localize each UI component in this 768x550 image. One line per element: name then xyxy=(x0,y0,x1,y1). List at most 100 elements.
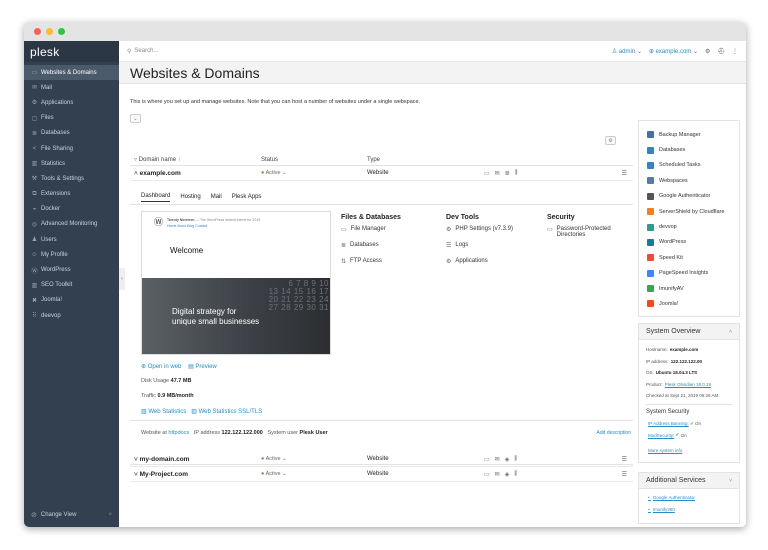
close-window-icon[interactable] xyxy=(34,28,41,35)
sidebar-item-deevop[interactable]: ⠿ deevop xyxy=(24,308,119,323)
system-overview-header[interactable]: System Overview ˄ xyxy=(639,324,739,340)
quick-link-databases[interactable]: Databases xyxy=(639,142,739,157)
add-description-link[interactable]: Add description xyxy=(597,430,631,436)
quick-link-imunifyav[interactable]: ImunifyAV xyxy=(639,281,739,296)
product-link[interactable]: Plesk Obsidian 18.0.19 xyxy=(665,382,711,387)
mail-icon[interactable]: ✉ xyxy=(495,456,500,463)
tab-plesk-apps[interactable]: Plesk Apps xyxy=(232,194,262,200)
stats-icon[interactable]: ⫼ xyxy=(514,456,517,463)
sidebar-item-file-sharing[interactable]: < File Sharing xyxy=(24,141,119,156)
quick-link-webspaces[interactable]: Webspaces xyxy=(639,173,739,188)
sidebar-item-files[interactable]: ▢ Files xyxy=(24,111,119,126)
filter-icon[interactable]: ▿ xyxy=(134,157,137,163)
menu-icon[interactable]: ☰ xyxy=(622,471,633,478)
ftp-access-link[interactable]: ⇅ FTP Access xyxy=(341,258,441,265)
sidebar-item-wordpress[interactable]: Ⓦ WordPress xyxy=(24,262,119,277)
menu-icon[interactable]: ☰ xyxy=(622,170,633,177)
domain-cell[interactable]: ˄ example.com xyxy=(130,170,261,177)
status-column-header[interactable]: Status xyxy=(261,157,367,163)
quick-link-servershield-by-cloudflare[interactable]: ServerShield by Cloudflare xyxy=(639,204,739,219)
sort-icon[interactable]: ↑ xyxy=(178,157,181,163)
password-protected-link[interactable]: ▭ Password-Protected Directories xyxy=(547,226,627,238)
folder-icon[interactable]: ▭ xyxy=(484,456,490,463)
file-manager-link[interactable]: ▭ File Manager xyxy=(341,226,441,233)
sidebar-item-seo-toolkit[interactable]: ▥ SEO Toolkit xyxy=(24,278,119,293)
sidebar-item-docker[interactable]: ◒ Docker xyxy=(24,202,119,217)
settings-button[interactable]: ⚙ xyxy=(605,136,616,145)
additional-services-header[interactable]: Additional Services ˅ xyxy=(639,473,739,489)
search-input[interactable]: Search... xyxy=(134,48,158,54)
tab-dashboard[interactable]: Dashboard xyxy=(141,193,171,202)
quick-link-backup-manager[interactable]: Backup Manager xyxy=(639,127,739,142)
status-cell[interactable]: ● Active ⌄ xyxy=(261,456,367,462)
sidebar-item-users[interactable]: ♟ Users xyxy=(24,232,119,247)
more-icon[interactable]: ⋮ xyxy=(732,48,738,55)
table-row[interactable]: ˅ My-Project.com ● Active ⌄ Website ▭ ✉ ◈ ⫼… xyxy=(130,467,633,482)
modsecurity-status[interactable]: ModSecurity: ✔ On xyxy=(639,430,739,442)
sidebar-item-advanced-monitoring[interactable]: ◎ Advanced Monitoring xyxy=(24,217,119,232)
sidebar-item-joomla[interactable]: ✖ Joomla! xyxy=(24,293,119,308)
menu-icon[interactable]: ☰ xyxy=(622,456,633,463)
sidebar-item-extensions[interactable]: ⧉ Extensions xyxy=(24,187,119,202)
maximize-window-icon[interactable] xyxy=(58,28,65,35)
type-column-header[interactable]: Type xyxy=(367,157,484,163)
domain-column-header[interactable]: ▿ Domain name ↑ xyxy=(130,156,261,163)
chevron-up-icon[interactable]: ˄ xyxy=(134,170,138,177)
stats-icon[interactable]: ⫼ xyxy=(515,170,518,177)
domain-cell[interactable]: ˅ My-Project.com xyxy=(130,471,261,478)
sidebar-item-applications[interactable]: ⚙ Applications xyxy=(24,95,119,110)
quick-link-wordpress[interactable]: WordPress xyxy=(639,235,739,250)
web-statistics-link[interactable]: ▥ Web Statistics xyxy=(141,409,186,415)
settings-icon[interactable]: ⚙ xyxy=(705,48,710,55)
chevron-down-icon[interactable]: ˅ xyxy=(134,471,138,478)
httpdocs-link[interactable]: httpdocs xyxy=(168,430,189,436)
mail-icon[interactable]: ✉ xyxy=(495,471,500,478)
ip-banning-status[interactable]: IP Address Banning: ✔ On xyxy=(639,418,739,430)
service-google-authenticator[interactable]: • Google Authenticator xyxy=(639,492,739,504)
close-icon[interactable]: × xyxy=(108,512,112,518)
chevron-down-icon[interactable]: ˅ xyxy=(134,456,138,463)
quick-link-devvop[interactable]: devvop xyxy=(639,219,739,234)
table-row[interactable]: ˄ example.com ● Active ⌄ Website ▭ ✉ ≣ ⫼ ☰ xyxy=(130,166,633,181)
search-box[interactable]: ⚲ Search... xyxy=(127,48,158,55)
sidebar-item-mail[interactable]: ✉ Mail xyxy=(24,80,119,95)
layers-icon[interactable]: ◈ xyxy=(505,456,510,463)
status-cell[interactable]: ● Active ⌄ xyxy=(261,471,367,477)
sidebar-item-websites-domains[interactable]: ▭ Websites & Domains xyxy=(24,65,119,81)
sidebar-item-my-profile[interactable]: ☺ My Profile xyxy=(24,247,119,262)
help-icon[interactable]: ⛑ xyxy=(717,48,725,55)
databases-link[interactable]: ≣ Databases xyxy=(341,242,441,249)
status-cell[interactable]: ● Active ⌄ xyxy=(261,170,367,176)
table-row[interactable]: ˅ my-domain.com ● Active ⌄ Website ▭ ✉ ◈ ⫼ … xyxy=(130,452,633,467)
more-system-info-link[interactable]: More system info xyxy=(639,445,739,457)
web-statistics-ssl-link[interactable]: ▥ Web Statistics SSL/TLS xyxy=(191,409,262,415)
logs-link[interactable]: ☰ Logs xyxy=(446,242,546,249)
change-view-button[interactable]: ⊘ Change View × xyxy=(24,511,119,519)
preview-link[interactable]: ▤ Preview xyxy=(188,364,217,370)
domain-cell[interactable]: ˅ my-domain.com xyxy=(130,456,261,463)
domain-selector[interactable]: ⊕ example.com ⌄ xyxy=(649,48,698,55)
layers-icon[interactable]: ◈ xyxy=(505,471,510,478)
stats-icon[interactable]: ⫼ xyxy=(514,471,517,478)
quick-link-scheduled-tasks[interactable]: Scheduled Tasks xyxy=(639,158,739,173)
tab-hosting[interactable]: Hosting xyxy=(180,194,200,200)
service-imunify360[interactable]: • Imunify360 xyxy=(639,504,739,516)
plesk-logo[interactable]: plesk xyxy=(24,41,119,62)
php-settings-link[interactable]: ⚙ PHP Settings (v7.3.9) xyxy=(446,226,546,233)
sidebar-item-statistics[interactable]: ▥ Statistics xyxy=(24,156,119,171)
quick-link-joomla[interactable]: Joomla! xyxy=(639,296,739,311)
chevron-up-icon[interactable]: ˄ xyxy=(729,329,732,335)
minimize-window-icon[interactable] xyxy=(46,28,53,35)
sidebar-collapse-toggle[interactable]: ‹ xyxy=(119,268,125,290)
quick-link-speed-kit[interactable]: Speed Kit xyxy=(639,250,739,265)
chevron-down-icon[interactable]: ˅ xyxy=(729,478,732,484)
applications-link[interactable]: ⚙ Applications xyxy=(446,258,546,265)
user-menu[interactable]: ♙ admin ⌄ xyxy=(612,48,642,55)
collapse-toggle-button[interactable]: ⌄ xyxy=(130,114,141,123)
quick-link-google-authenticator[interactable]: Google Authenticator xyxy=(639,189,739,204)
quick-link-pagespeed-insights[interactable]: PageSpeed Insights xyxy=(639,266,739,281)
mail-icon[interactable]: ✉ xyxy=(495,170,500,177)
open-in-web-link[interactable]: ⊕ Open in web xyxy=(141,364,181,370)
site-preview-thumbnail[interactable]: Ⓦ Twenty Nineteen — The WordPress defaul… xyxy=(141,211,331,355)
folder-icon[interactable]: ▭ xyxy=(484,170,490,177)
